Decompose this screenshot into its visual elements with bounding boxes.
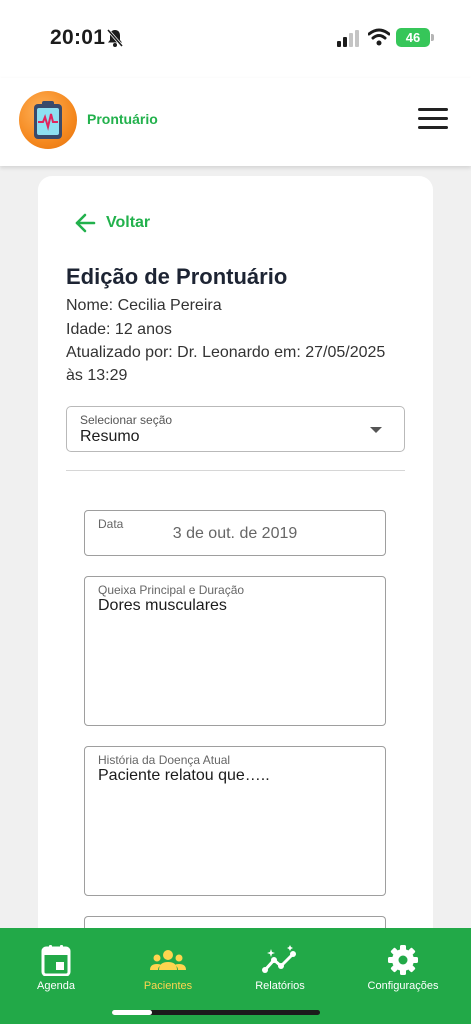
patient-age: Idade: 12 anos: [66, 321, 172, 338]
nav-agenda-label: Agenda: [37, 980, 75, 992]
menu-button[interactable]: [418, 108, 448, 132]
calendar-icon: [41, 945, 71, 976]
complaint-value: Dores musculares: [98, 597, 227, 614]
history-value: Paciente relatou que…..: [98, 767, 270, 784]
caret-down-icon: [370, 427, 382, 433]
app-logo: [19, 91, 77, 149]
history-label: História da Doença Atual: [98, 753, 231, 767]
bottom-nav: Agenda Pacientes Relatórios Configuraçõe…: [0, 928, 471, 1024]
nav-configuracoes-label: Configurações: [367, 980, 439, 992]
cellular-signal-icon: [337, 30, 359, 47]
nav-configuracoes[interactable]: Configurações: [348, 944, 458, 992]
back-button[interactable]: Voltar: [74, 212, 150, 234]
nav-pacientes-label: Pacientes: [143, 980, 193, 992]
patient-name: Nome: Cecilia Pereira: [66, 297, 222, 314]
home-indicator: [112, 1010, 320, 1015]
wifi-icon: [368, 28, 390, 46]
nav-pacientes[interactable]: Pacientes: [113, 944, 223, 992]
updated-by: Atualizado por: Dr. Leonardo em: 27/05/2…: [66, 344, 386, 384]
chart-trend-icon: [262, 945, 296, 973]
battery-indicator: 46: [396, 28, 434, 47]
complaint-label: Queixa Principal e Duração: [98, 583, 245, 597]
hamburger-menu-icon: [418, 108, 448, 111]
date-field[interactable]: Data 3 de out. de 2019: [84, 510, 386, 556]
divider: [66, 470, 405, 471]
section-select-value: Resumo: [80, 428, 140, 445]
section-select-label: Selecionar seção: [80, 413, 173, 427]
clipboard-heartbeat-icon: [34, 101, 62, 139]
arrow-left-icon: [75, 213, 96, 233]
app-title: Prontuário: [87, 111, 158, 127]
nav-relatorios[interactable]: Relatórios: [225, 944, 335, 992]
date-field-value: 3 de out. de 2019: [172, 525, 298, 542]
status-bar: 20:01 46: [0, 0, 471, 78]
status-time: 20:01: [50, 26, 106, 49]
nav-relatorios-label: Relatórios: [255, 980, 305, 992]
page-title: Edição de Prontuário: [66, 264, 288, 289]
app-header: Prontuário: [0, 78, 471, 166]
back-label: Voltar: [106, 214, 151, 231]
bell-muted-icon: [106, 29, 124, 47]
nav-agenda[interactable]: Agenda: [1, 944, 111, 992]
gear-icon: [388, 945, 418, 975]
edit-record-card: Voltar Edição de Prontuário Nome: Cecili…: [38, 176, 433, 976]
people-icon: [150, 950, 186, 970]
section-select[interactable]: Selecionar seção Resumo: [66, 406, 405, 452]
complaint-textarea[interactable]: Queixa Principal e Duração Dores muscula…: [84, 576, 386, 726]
history-textarea[interactable]: História da Doença Atual Paciente relato…: [84, 746, 386, 896]
